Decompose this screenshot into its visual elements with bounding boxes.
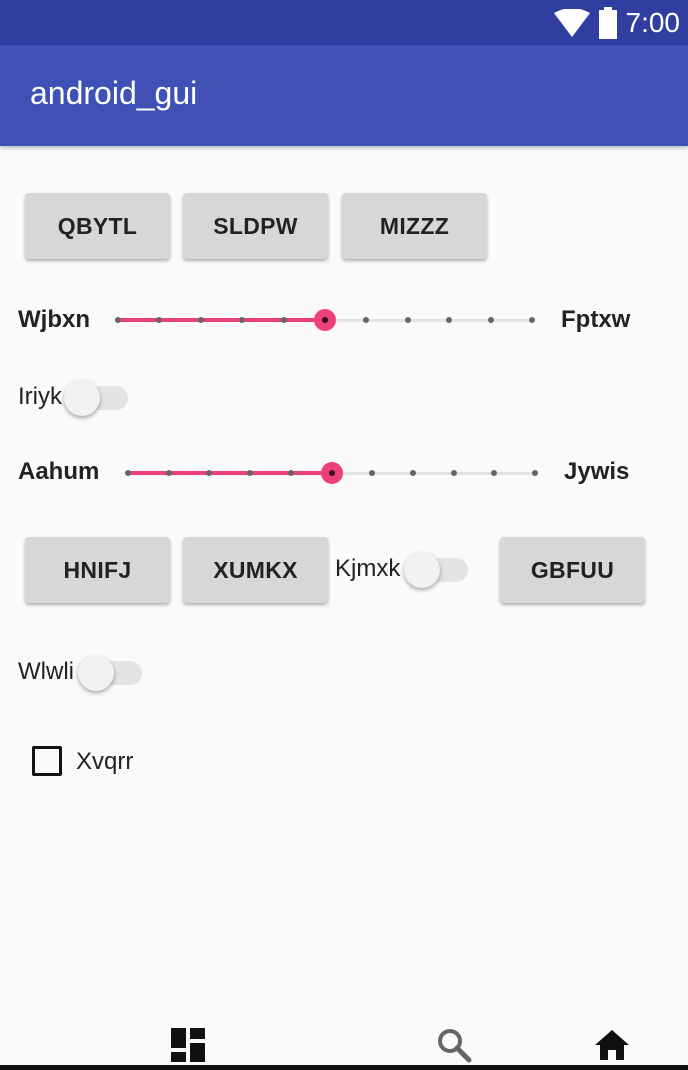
switch-knob	[64, 380, 100, 416]
slider-tick	[206, 470, 213, 476]
slider-tick	[247, 470, 254, 476]
slider-tick	[280, 317, 287, 323]
xumkx-button[interactable]: XUMKX	[183, 537, 328, 603]
slider-tick	[239, 317, 246, 323]
slider2-left-label: Aahum	[18, 458, 100, 485]
slider-tick	[532, 470, 538, 476]
mizzz-button[interactable]: MIZZZ	[342, 193, 487, 259]
slider1-right-label: Fptxw	[561, 306, 631, 333]
kjmxk-label: Kjmxk	[335, 555, 401, 582]
iriyk-switch[interactable]	[64, 378, 130, 418]
gbfuu-button[interactable]: GBFUU	[500, 537, 645, 603]
slider-thumb[interactable]	[314, 309, 336, 331]
search-icon[interactable]	[435, 1026, 473, 1064]
slider-tick	[446, 317, 453, 323]
slider-tick	[363, 317, 370, 323]
slider-tick	[287, 470, 294, 476]
status-time: 7:00	[625, 6, 681, 38]
slider-tick	[529, 317, 535, 323]
slider2-right-label: Jywis	[564, 458, 630, 485]
switch-knob	[78, 655, 114, 691]
dashboard-icon[interactable]	[169, 1026, 207, 1064]
bottom-nav	[0, 1010, 688, 1070]
nav-bar-bottom-edge	[0, 1065, 688, 1070]
switch1-label: Iriyk	[18, 383, 62, 410]
slider-thumb-dot	[322, 317, 328, 323]
slider-tick	[125, 470, 131, 476]
switch3-label: Wlwli	[18, 658, 74, 685]
slider-tick	[487, 317, 494, 323]
switch-knob	[404, 552, 440, 588]
kjmxk-switch[interactable]	[404, 550, 470, 590]
qbytl-button[interactable]: QBYTL	[25, 193, 170, 259]
battery-icon	[598, 6, 617, 39]
slider-fill	[118, 318, 325, 322]
slider-tick	[369, 470, 376, 476]
slider-tick	[491, 470, 498, 476]
slider-tick	[115, 317, 121, 323]
slider-fill	[128, 471, 332, 475]
app-bar: android_gui	[0, 45, 688, 146]
hnifj-button[interactable]: HNIFJ	[25, 537, 170, 603]
checkbox-label: Xvqrr	[76, 748, 134, 775]
status-icons: 7:00	[553, 0, 681, 45]
slider-tick	[409, 470, 416, 476]
app-title: android_gui	[30, 75, 198, 111]
slider-tick	[165, 470, 172, 476]
wifi-icon	[553, 8, 590, 37]
wlwli-switch[interactable]	[78, 653, 144, 693]
status-bar: 7:00	[0, 0, 688, 45]
slider2[interactable]	[125, 453, 538, 493]
home-icon[interactable]	[593, 1026, 631, 1064]
slider-tick	[156, 317, 163, 323]
slider1-left-label: Wjbxn	[18, 306, 90, 333]
slider-thumb[interactable]	[320, 462, 343, 484]
slider-tick	[197, 317, 204, 323]
slider-tick	[450, 470, 457, 476]
slider1[interactable]	[115, 300, 535, 340]
sldpw-button[interactable]: SLDPW	[183, 193, 328, 259]
xvqrr-checkbox[interactable]	[32, 746, 62, 776]
slider-thumb-dot	[328, 470, 335, 476]
slider-tick	[404, 317, 411, 323]
